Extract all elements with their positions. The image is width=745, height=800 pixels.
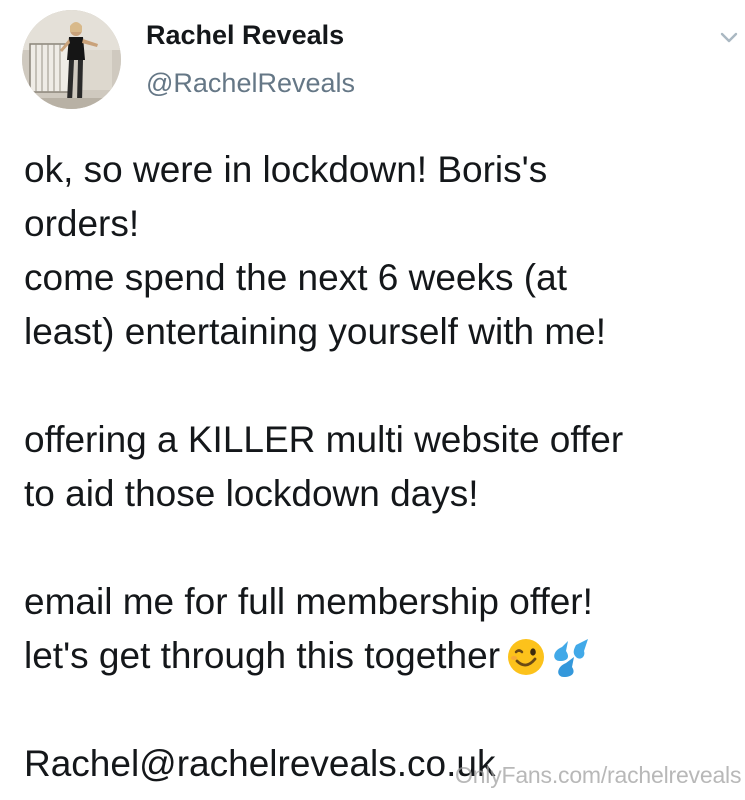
avatar[interactable]: [22, 10, 121, 109]
tweet-line: least) entertaining yourself with me!: [24, 311, 606, 352]
user-handle[interactable]: @RachelReveals: [146, 68, 355, 99]
tweet-line: let's get through this together: [24, 635, 501, 676]
avatar-photo: [22, 10, 121, 109]
chevron-down-icon[interactable]: [718, 26, 740, 48]
tweet-card: Rachel Reveals @RachelReveals ok, so wer…: [0, 0, 745, 800]
tweet-line: ok, so were in lockdown! Boris's: [24, 149, 548, 190]
tweet-line: come spend the next 6 weeks (at: [24, 257, 567, 298]
tweet-line: offering a KILLER multi website offer: [24, 419, 624, 460]
sweat-droplets-emoji: [554, 639, 589, 678]
tweet-line: to aid those lockdown days!: [24, 473, 479, 514]
display-name[interactable]: Rachel Reveals: [146, 20, 344, 51]
tweet-text: ok, so were in lockdown! Boris's orders!…: [24, 143, 734, 791]
emoji-group: [506, 628, 590, 682]
tweet-line: orders!: [24, 203, 140, 244]
tweet-line-with-emoji: let's get through this together: [24, 629, 734, 683]
watermark: OnlyFans.com/rachelreveals: [455, 762, 742, 788]
winking-face-emoji: [508, 639, 545, 676]
tweet-line: email me for full membership offer!: [24, 581, 593, 622]
